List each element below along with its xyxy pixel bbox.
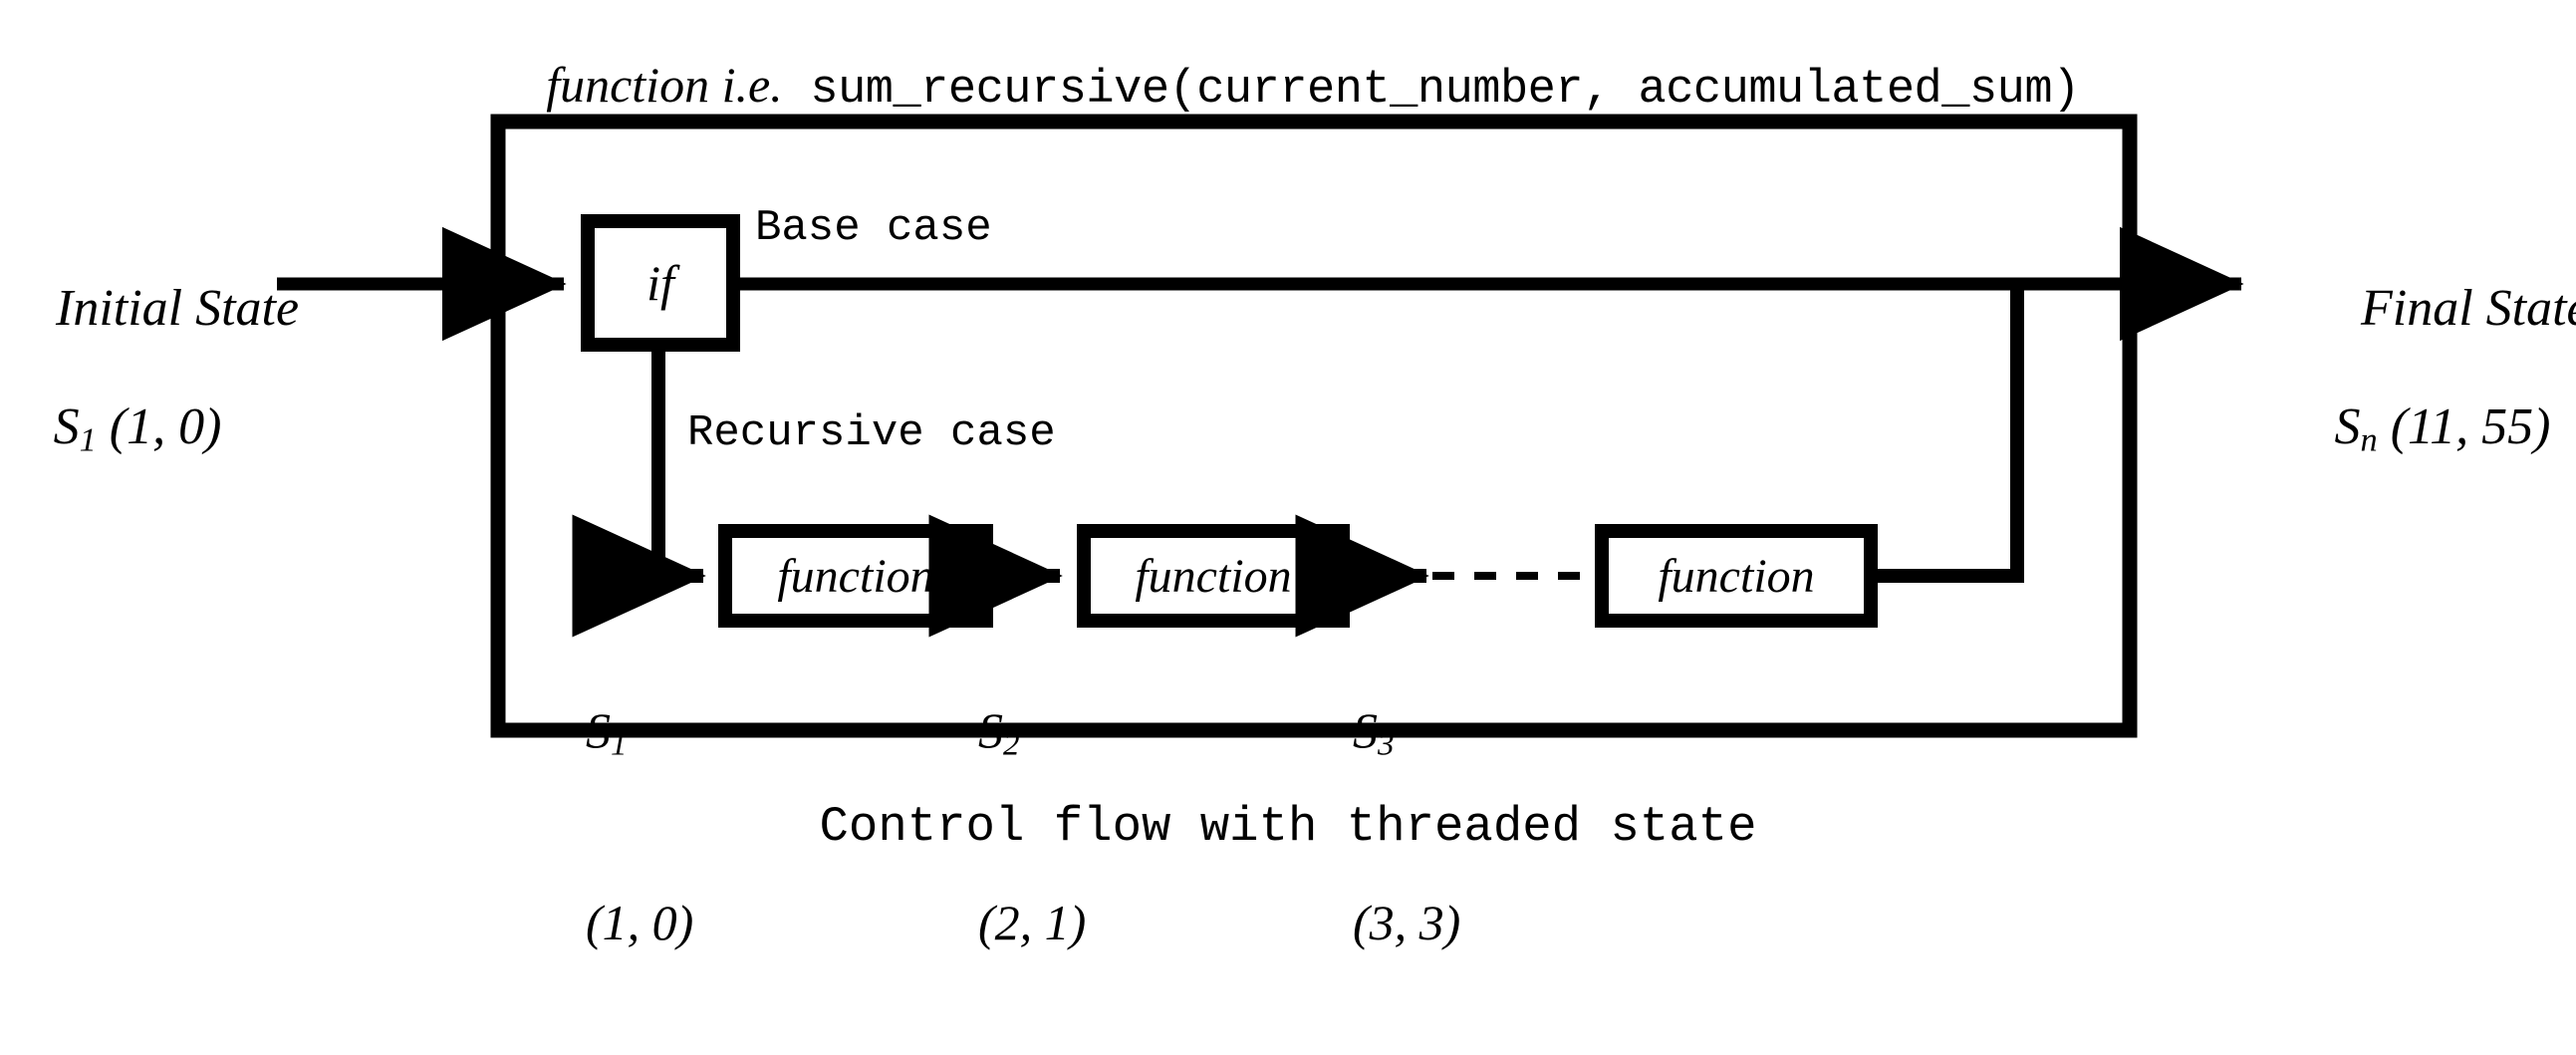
initial-state-subscript: 1 <box>79 420 97 459</box>
initial-state-title: Initial State <box>56 279 300 337</box>
function-box-3-label: function <box>1658 549 1815 603</box>
state-annotation-2-name: S <box>978 702 1003 758</box>
final-state-subscript: n <box>2360 420 2378 459</box>
state-annotation-3-value: (3, 3) <box>1353 894 1461 950</box>
initial-state-symbol: S <box>53 397 80 455</box>
state-annotation-3-subscript: 3 <box>1378 726 1395 763</box>
return-path <box>1871 284 2024 583</box>
state-annotation-1-subscript: 1 <box>611 726 628 763</box>
recursive-branch-path <box>572 345 706 638</box>
initial-state-label: Initial State S1 (1, 0) <box>4 227 300 567</box>
state-annotation-1-value: (1, 0) <box>586 894 694 950</box>
recursive-case-label: Recursive case <box>687 408 1056 458</box>
final-state-label: Final State Sn (11, 55) <box>2309 227 2576 567</box>
title-prefix: function i.e. <box>546 56 783 113</box>
initial-state-value: S1 (1, 0) <box>4 397 271 459</box>
final-state-title: Final State <box>2361 279 2576 337</box>
state-annotation-2-subscript: 2 <box>1003 726 1020 763</box>
state-annotation-3-symbol: S3 <box>1353 704 1552 762</box>
state-annotation-1-name: S <box>586 702 611 758</box>
state-annotation-1-symbol: S1 <box>586 704 785 762</box>
title-signature: sum_recursive(current_number, accumulate… <box>782 63 2080 117</box>
initial-state-tuple: (1, 0) <box>96 397 222 455</box>
state-annotation-2-symbol: S2 <box>978 704 1177 762</box>
final-state-tuple: (11, 55) <box>2377 397 2551 455</box>
state-annotation-3-name: S <box>1353 702 1378 758</box>
diagram-title: function i.e. sum_recursive(current_numb… <box>0 6 2576 166</box>
recursion-control-flow-diagram: function i.e. sum_recursive(current_numb… <box>0 0 2576 948</box>
final-state-symbol: S <box>2334 397 2361 455</box>
diagram-caption: Control flow with threaded state <box>819 799 1757 855</box>
if-box-label: if <box>646 255 674 311</box>
state-annotation-2-value: (2, 1) <box>978 894 1087 950</box>
base-case-label: Base case <box>755 203 992 253</box>
final-state-value: Sn (11, 55) <box>2309 397 2576 459</box>
